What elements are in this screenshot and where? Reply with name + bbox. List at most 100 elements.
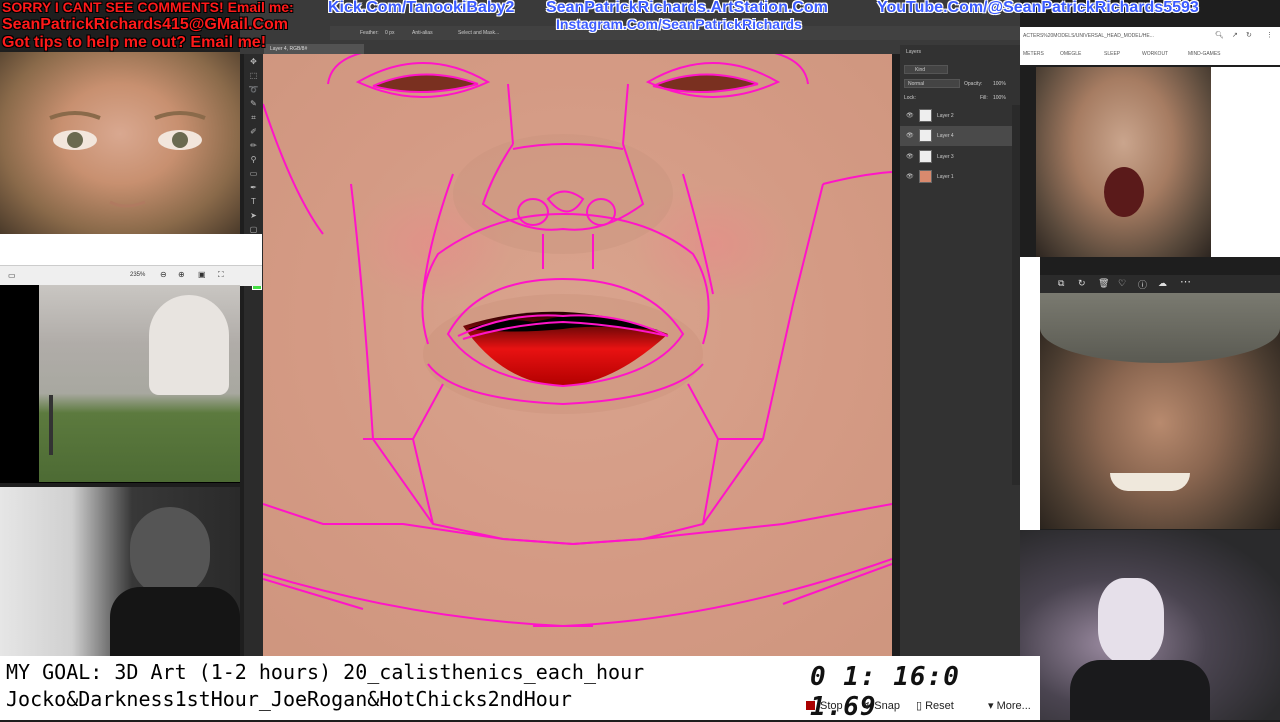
- marquee-tool-icon[interactable]: ⬚: [248, 72, 259, 80]
- visibility-eye-icon[interactable]: 👁︎: [906, 153, 914, 160]
- tools-panel: ✥ ⬚ ➰ ✎ ⌗ ✐ ✏ ⚲ ▭ ✒ T ➤ ▢ ✋ 🔍︎: [244, 54, 263, 656]
- lasso-tool-icon[interactable]: ➰: [248, 86, 259, 94]
- photo-man-with-hat: [1040, 293, 1280, 529]
- layer-name: Layer 1: [937, 174, 954, 180]
- overlay-line1-red: SORRY I CANT SEE COMMENTS! Email me:: [2, 0, 294, 15]
- extensions-icon[interactable]: ⋮: [1266, 31, 1273, 39]
- opacity-input[interactable]: 100%: [993, 81, 1006, 87]
- share-icon[interactable]: ↗: [1232, 31, 1238, 39]
- person-figure: [149, 295, 229, 395]
- reset-label: Reset: [925, 700, 954, 712]
- bookmark-item[interactable]: OMEGLE: [1060, 51, 1081, 57]
- layer-row[interactable]: 👁︎ Layer 3: [900, 147, 1012, 167]
- reset-icon: ▯: [916, 700, 926, 712]
- layers-panel-title: Layers: [906, 49, 922, 55]
- select-mask-button[interactable]: Select and Mask...: [458, 30, 499, 36]
- webcam-podcast-host: [0, 487, 240, 657]
- video-outdoor-scene: [39, 285, 240, 482]
- trash-icon[interactable]: 🗑︎: [1098, 278, 1109, 289]
- path-select-icon[interactable]: ➤: [248, 212, 259, 220]
- bookmark-item[interactable]: SLEEP: [1104, 51, 1120, 57]
- layer-row[interactable]: 👁︎ Layer 1: [900, 167, 1012, 187]
- cloud-icon[interactable]: ☁: [1158, 278, 1167, 289]
- reset-button[interactable]: ▯ Reset: [916, 698, 954, 714]
- goal-line-2: Jocko&Darkness1stHour_JoeRogan&HotChicks…: [6, 687, 572, 711]
- layers-scrollbar[interactable]: [1012, 105, 1020, 485]
- video-status-bar: ▭ 235% ⊖ ⊕ ▣ ⛶: [0, 265, 262, 286]
- uv-texture-canvas[interactable]: [263, 54, 892, 656]
- pole: [49, 395, 53, 455]
- move-tool-icon[interactable]: ✥: [248, 58, 259, 66]
- bookmark-item[interactable]: MIND-GAMES: [1188, 51, 1221, 57]
- info-icon[interactable]: ⓘ: [1138, 278, 1147, 291]
- eyedropper-icon[interactable]: ✐: [248, 128, 259, 136]
- visibility-eye-icon[interactable]: 👁︎: [906, 173, 914, 180]
- stamp-tool-icon[interactable]: ⚲: [248, 156, 259, 164]
- smile: [1110, 473, 1190, 491]
- document-canvas[interactable]: [263, 54, 892, 656]
- stop-label: Stop: [820, 700, 843, 712]
- blend-mode-select[interactable]: Normal: [904, 79, 960, 88]
- goal-line-1: MY GOAL: 3D Art (1-2 hours) 20_calisthen…: [6, 660, 645, 684]
- browser-page-edge: [1020, 257, 1040, 530]
- lock-label: Lock:: [904, 95, 916, 101]
- crop-tool-icon[interactable]: ⌗: [248, 114, 259, 122]
- fill-label: Fill:: [980, 95, 988, 101]
- more-dropdown-icon: ▾: [988, 700, 997, 712]
- brush-tool-icon[interactable]: ✏: [248, 142, 259, 150]
- open-mouth: [1104, 167, 1144, 217]
- stop-button[interactable]: Stop: [806, 698, 843, 714]
- window-icon[interactable]: ⧉: [1058, 278, 1064, 289]
- document-tab[interactable]: Layer 4, RGB/8#: [264, 44, 364, 54]
- zoom-in-icon[interactable]: ⊕: [178, 270, 185, 279]
- zoom-icon[interactable]: 🔍︎: [1215, 31, 1224, 39]
- feather-input[interactable]: 0 px: [385, 30, 394, 36]
- layer-thumbnail: [919, 109, 932, 122]
- fit-icon[interactable]: ▣: [198, 270, 206, 279]
- zoom-out-icon[interactable]: ⊖: [160, 270, 167, 279]
- heart-icon[interactable]: ♡: [1118, 278, 1126, 289]
- webcam-woman-face: [0, 52, 240, 234]
- more-icon[interactable]: ⋯: [1180, 275, 1191, 288]
- fill-input[interactable]: 100%: [993, 95, 1006, 101]
- bookmark-item[interactable]: WORKOUT: [1142, 51, 1168, 57]
- more-button[interactable]: ▾ More...: [988, 698, 1031, 714]
- streamer-body: [1070, 660, 1210, 720]
- overlay-instagram-link: Instagram.Com/SeanPatrickRichards: [556, 16, 802, 32]
- layer-name: Layer 2: [937, 113, 954, 119]
- frame-icon[interactable]: ▭: [8, 271, 16, 280]
- face-sketch: [49, 111, 206, 208]
- visibility-eye-icon[interactable]: 👁︎: [906, 112, 914, 119]
- pen-tool-icon[interactable]: ✒: [248, 184, 259, 192]
- snap-button[interactable]: ↯ Snap: [862, 698, 900, 714]
- layer-thumbnail: [919, 170, 932, 183]
- webcam-streamer-skull-makeup: [1020, 530, 1280, 720]
- layer-row-selected[interactable]: 👁︎ Layer 4: [900, 126, 1012, 146]
- antialias-checkbox[interactable]: Anti-alias: [412, 30, 433, 36]
- layer-filter-select[interactable]: Kind: [904, 65, 948, 74]
- feather-label: Feather:: [360, 30, 379, 36]
- opacity-label: Opacity:: [964, 81, 983, 87]
- stopwatch-widget: 0 1: 16:0 1.69 Stop ↯ Snap ▯ Reset ▾ Mor…: [806, 660, 1040, 722]
- eraser-tool-icon[interactable]: ▭: [248, 170, 259, 178]
- refresh-icon[interactable]: ↻: [1246, 31, 1252, 39]
- quick-select-icon[interactable]: ✎: [248, 100, 259, 108]
- type-tool-icon[interactable]: T: [248, 198, 259, 206]
- layers-panel: Layers Kind Normal Opacity: 100% Lock: F…: [900, 45, 1020, 657]
- overlay-youtube-link: YouTube.Com/@SeanPatrickRichards5593: [877, 0, 1199, 16]
- layer-row[interactable]: 👁︎ Layer 2: [900, 106, 1012, 126]
- stop-icon: [806, 701, 815, 710]
- shape-tool-icon[interactable]: ▢: [248, 226, 259, 234]
- layer-thumbnail: [919, 129, 932, 142]
- video-controls-bar: ⧉ ↻ 🗑︎ ♡ ⓘ ☁ ⋯: [1040, 275, 1280, 293]
- overlay-artstation-link: SeanPatrickRichards.ArtStation.Com: [546, 0, 828, 16]
- host-head: [130, 507, 210, 597]
- overlay-email: SeanPatrickRichards415@GMail.Com: [2, 16, 288, 33]
- address-bar[interactable]: ACTERS%20MODELS/UNIVERSAL_HEAD_MODEL/HE.…: [1023, 33, 1193, 39]
- fullscreen-icon[interactable]: ⛶: [218, 270, 224, 280]
- visibility-eye-icon[interactable]: 👁︎: [906, 132, 914, 139]
- hat: [1040, 293, 1280, 363]
- rotate-icon[interactable]: ↻: [1078, 278, 1086, 289]
- host-body: [110, 587, 240, 657]
- bookmark-item[interactable]: METERS: [1023, 51, 1044, 57]
